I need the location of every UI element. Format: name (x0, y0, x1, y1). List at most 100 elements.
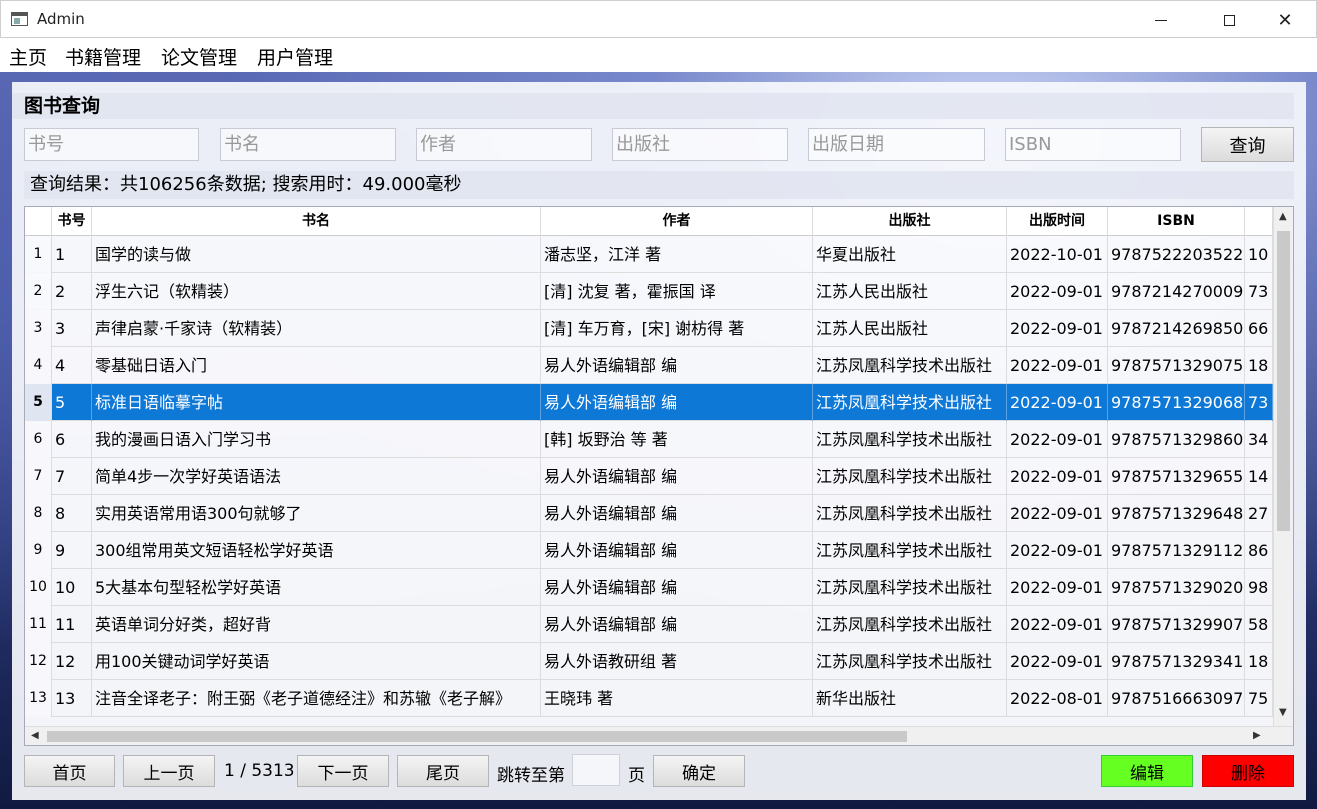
cell-extra[interactable]: 34 (1245, 421, 1273, 458)
scroll-down-icon[interactable]: ▼ (1279, 707, 1287, 718)
cell-author[interactable]: 易人外语教研组 著 (541, 643, 813, 680)
cell-isbn[interactable]: 9787571329907 (1108, 606, 1245, 643)
cell-book-no[interactable]: 2 (52, 273, 92, 310)
cell-publisher[interactable]: 江苏凤凰科学技术出版社 (813, 421, 1007, 458)
cell-isbn[interactable]: 9787214270009 (1108, 273, 1245, 310)
column-header[interactable] (1245, 207, 1273, 236)
table-row[interactable]: 7 7 简单4步一次学好英语语法 易人外语编辑部 编江苏凤凰科学技术出版社 2022-0… (25, 458, 1273, 495)
cell-publisher[interactable]: 江苏凤凰科学技术出版社 (813, 384, 1007, 421)
cell-author[interactable]: 易人外语编辑部 编 (541, 495, 813, 532)
cell-extra[interactable]: 58 (1245, 606, 1273, 643)
cell-publish-date[interactable]: 2022-09-01 (1007, 458, 1108, 495)
cell-publish-date[interactable]: 2022-09-01 (1007, 347, 1108, 384)
row-header[interactable]: 5 (25, 384, 52, 421)
cell-author[interactable]: 潘志坚，江洋 著 (541, 236, 813, 273)
cell-author[interactable]: 易人外语编辑部 编 (541, 569, 813, 606)
book-table[interactable]: 书号 书名 作者 出版社 出版时间 ISBN 1 1 国学的读与做 潘志坚，江洋 著华… (24, 206, 1294, 746)
cell-book-no[interactable]: 3 (52, 310, 92, 347)
maximize-button[interactable] (1206, 1, 1252, 39)
scroll-left-icon[interactable]: ◀ (31, 730, 39, 741)
cell-isbn[interactable]: 9787571329112 (1108, 532, 1245, 569)
cell-author[interactable]: 易人外语编辑部 编 (541, 458, 813, 495)
row-header[interactable]: 11 (25, 606, 52, 643)
publish-date-input[interactable]: 出版日期 (808, 128, 985, 161)
cell-publisher[interactable]: 江苏凤凰科学技术出版社 (813, 569, 1007, 606)
cell-author[interactable]: [韩] 坂野治 等 著 (541, 421, 813, 458)
cell-isbn[interactable]: 9787571329648 (1108, 495, 1245, 532)
cell-book-no[interactable]: 13 (52, 680, 92, 717)
row-header[interactable]: 4 (25, 347, 52, 384)
cell-author[interactable]: 易人外语编辑部 编 (541, 532, 813, 569)
cell-publisher[interactable]: 江苏凤凰科学技术出版社 (813, 458, 1007, 495)
cell-book-name[interactable]: 国学的读与做 (92, 236, 541, 273)
cell-publish-date[interactable]: 2022-09-01 (1007, 495, 1108, 532)
menu-paper-management[interactable]: 论文管理 (161, 43, 237, 70)
last-page-button[interactable]: 尾页 (397, 755, 489, 787)
table-row[interactable]: 6 6 我的漫画日语入门学习书 [韩] 坂野治 等 著江苏凤凰科学技术出版社 2022-… (25, 421, 1273, 458)
cell-publish-date[interactable]: 2022-09-01 (1007, 569, 1108, 606)
cell-publisher[interactable]: 江苏凤凰科学技术出版社 (813, 495, 1007, 532)
cell-book-name[interactable]: 5大基本句型轻松学好英语 (92, 569, 541, 606)
cell-publisher[interactable]: 江苏凤凰科学技术出版社 (813, 643, 1007, 680)
cell-book-name[interactable]: 用100关键动词学好英语 (92, 643, 541, 680)
cell-book-name[interactable]: 零基础日语入门 (92, 347, 541, 384)
cell-book-no[interactable]: 1 (52, 236, 92, 273)
first-page-button[interactable]: 首页 (24, 755, 115, 787)
column-header[interactable]: 出版时间 (1007, 207, 1108, 236)
cell-isbn[interactable]: 9787571329860 (1108, 421, 1245, 458)
cell-book-name[interactable]: 声律启蒙·千家诗（软精装） (92, 310, 541, 347)
table-row[interactable]: 10 10 5大基本句型轻松学好英语 易人外语编辑部 编江苏凤凰科学技术出版社 2022… (25, 569, 1273, 606)
cell-book-no[interactable]: 5 (52, 384, 92, 421)
table-row[interactable]: 13 13 注音全译老子：附王弼《老子道德经注》和苏辙《老子解》 王晓玮 著新华出版社… (25, 680, 1273, 717)
horizontal-scroll-thumb[interactable] (47, 731, 907, 742)
row-header[interactable]: 8 (25, 495, 52, 532)
horizontal-scrollbar[interactable]: ◀ ▶ (25, 726, 1293, 745)
cell-author[interactable]: 王晓玮 著 (541, 680, 813, 717)
cell-book-no[interactable]: 10 (52, 569, 92, 606)
row-header[interactable]: 1 (25, 236, 52, 273)
cell-publisher[interactable]: 华夏出版社 (813, 236, 1007, 273)
column-header[interactable]: 书名 (92, 207, 541, 236)
cell-isbn[interactable]: 9787522203522 (1108, 236, 1245, 273)
column-header[interactable]: ISBN (1108, 207, 1245, 236)
cell-extra[interactable]: 73 (1245, 384, 1273, 421)
cell-extra[interactable]: 86 (1245, 532, 1273, 569)
cell-isbn[interactable]: 9787571329341 (1108, 643, 1245, 680)
cell-isbn[interactable]: 9787571329075 (1108, 347, 1245, 384)
table-row[interactable]: 8 8 实用英语常用语300句就够了 易人外语编辑部 编江苏凤凰科学技术出版社 2022… (25, 495, 1273, 532)
cell-publish-date[interactable]: 2022-09-01 (1007, 421, 1108, 458)
edit-button[interactable]: 编辑 (1101, 755, 1193, 787)
cell-publisher[interactable]: 江苏人民出版社 (813, 310, 1007, 347)
column-header[interactable]: 作者 (541, 207, 813, 236)
cell-publish-date[interactable]: 2022-09-01 (1007, 273, 1108, 310)
cell-author[interactable]: 易人外语编辑部 编 (541, 606, 813, 643)
vertical-scrollbar[interactable]: ▲ ▼ (1273, 207, 1293, 727)
cell-publish-date[interactable]: 2022-09-01 (1007, 643, 1108, 680)
cell-publish-date[interactable]: 2022-09-01 (1007, 310, 1108, 347)
cell-publish-date[interactable]: 2022-09-01 (1007, 532, 1108, 569)
cell-author[interactable]: 易人外语编辑部 编 (541, 347, 813, 384)
query-button[interactable]: 查询 (1201, 127, 1294, 162)
confirm-jump-button[interactable]: 确定 (653, 755, 745, 787)
cell-book-no[interactable]: 6 (52, 421, 92, 458)
cell-book-no[interactable]: 7 (52, 458, 92, 495)
cell-book-no[interactable]: 4 (52, 347, 92, 384)
close-button[interactable]: ✕ (1262, 1, 1308, 39)
book-no-input[interactable]: 书号 (24, 128, 199, 161)
cell-book-name[interactable]: 简单4步一次学好英语语法 (92, 458, 541, 495)
row-header[interactable]: 7 (25, 458, 52, 495)
cell-book-name[interactable]: 浮生六记（软精装） (92, 273, 541, 310)
cell-extra[interactable]: 66 (1245, 310, 1273, 347)
cell-extra[interactable]: 14 (1245, 458, 1273, 495)
row-header[interactable]: 13 (25, 680, 52, 717)
cell-publish-date[interactable]: 2022-10-01 (1007, 236, 1108, 273)
cell-publisher[interactable]: 江苏凤凰科学技术出版社 (813, 532, 1007, 569)
cell-author[interactable]: [清] 车万育，[宋] 谢枋得 著 (541, 310, 813, 347)
cell-publisher[interactable]: 江苏人民出版社 (813, 273, 1007, 310)
column-header[interactable]: 书号 (52, 207, 92, 236)
cell-book-no[interactable]: 12 (52, 643, 92, 680)
table-row[interactable]: 9 9 300组常用英文短语轻松学好英语 易人外语编辑部 编江苏凤凰科学技术出版社 20… (25, 532, 1273, 569)
cell-publish-date[interactable]: 2022-09-01 (1007, 606, 1108, 643)
cell-isbn[interactable]: 9787214269850 (1108, 310, 1245, 347)
delete-button[interactable]: 删除 (1202, 755, 1294, 787)
